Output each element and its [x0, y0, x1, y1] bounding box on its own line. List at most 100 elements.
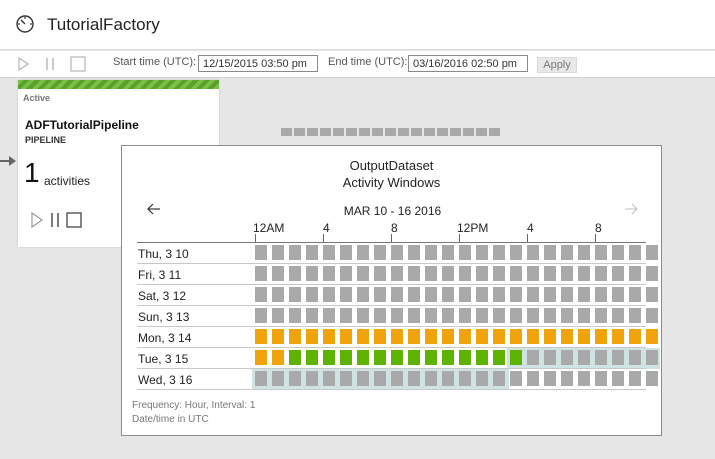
activity-window-cell[interactable]	[629, 329, 641, 344]
activity-window-cell[interactable]	[578, 287, 590, 302]
activity-window-cell[interactable]	[527, 350, 539, 365]
activity-window-cell[interactable]	[442, 287, 454, 302]
activity-window-cell[interactable]	[442, 329, 454, 344]
activity-window-cell[interactable]	[476, 245, 488, 260]
activity-window-cell[interactable]	[391, 308, 403, 323]
activity-window-cell[interactable]	[561, 308, 573, 323]
activity-window-cell[interactable]	[374, 308, 386, 323]
activity-window-cell[interactable]	[646, 287, 658, 302]
activity-window-cell[interactable]	[357, 308, 369, 323]
activity-window-cell[interactable]	[612, 287, 624, 302]
activity-window-cell[interactable]	[408, 245, 420, 260]
activity-window-cell[interactable]	[476, 329, 488, 344]
activity-window-cell[interactable]	[578, 266, 590, 281]
activity-window-cell[interactable]	[510, 245, 522, 260]
activity-window-cell[interactable]	[459, 329, 471, 344]
activity-window-cell[interactable]	[289, 266, 301, 281]
activity-window-cell[interactable]	[289, 329, 301, 344]
activity-window-cell[interactable]	[272, 266, 284, 281]
activity-window-cell[interactable]	[459, 287, 471, 302]
activity-window-cell[interactable]	[493, 329, 505, 344]
activity-window-cell[interactable]	[595, 371, 607, 386]
activity-window-cell[interactable]	[646, 350, 658, 365]
activity-window-cell[interactable]	[544, 350, 556, 365]
activity-window-cell[interactable]	[391, 371, 403, 386]
activity-window-cell[interactable]	[476, 371, 488, 386]
activity-window-cell[interactable]	[459, 245, 471, 260]
activity-window-cell[interactable]	[357, 245, 369, 260]
activity-window-cell[interactable]	[612, 245, 624, 260]
activity-window-cell[interactable]	[374, 329, 386, 344]
activity-window-cell[interactable]	[272, 308, 284, 323]
activity-window-cell[interactable]	[391, 350, 403, 365]
activity-window-cell[interactable]	[612, 266, 624, 281]
activity-window-cell[interactable]	[459, 308, 471, 323]
activity-window-cell[interactable]	[323, 329, 335, 344]
activity-window-cell[interactable]	[476, 350, 488, 365]
activity-window-cell[interactable]	[527, 245, 539, 260]
activity-window-cell[interactable]	[289, 245, 301, 260]
activity-window-cell[interactable]	[493, 266, 505, 281]
activity-window-cell[interactable]	[442, 350, 454, 365]
activity-window-cell[interactable]	[323, 287, 335, 302]
pause-icon[interactable]	[41, 55, 59, 73]
activity-window-cell[interactable]	[612, 350, 624, 365]
stop-icon[interactable]	[65, 211, 83, 229]
activity-window-cell[interactable]	[255, 308, 267, 323]
activity-window-cell[interactable]	[646, 266, 658, 281]
activity-window-cell[interactable]	[476, 308, 488, 323]
activity-window-cell[interactable]	[612, 371, 624, 386]
activity-window-cell[interactable]	[510, 287, 522, 302]
activity-window-cell[interactable]	[272, 350, 284, 365]
activity-window-cell[interactable]	[544, 245, 556, 260]
activity-window-cell[interactable]	[578, 245, 590, 260]
activity-window-cell[interactable]	[510, 329, 522, 344]
activity-window-cell[interactable]	[595, 308, 607, 323]
activity-window-cell[interactable]	[374, 245, 386, 260]
activity-window-cell[interactable]	[442, 245, 454, 260]
activity-window-cell[interactable]	[255, 350, 267, 365]
activity-window-cell[interactable]	[323, 266, 335, 281]
activity-window-cell[interactable]	[272, 245, 284, 260]
activity-window-cell[interactable]	[323, 371, 335, 386]
apply-button[interactable]: Apply	[537, 57, 577, 73]
activity-window-cell[interactable]	[510, 350, 522, 365]
activity-window-cell[interactable]	[255, 371, 267, 386]
activity-window-cell[interactable]	[442, 308, 454, 323]
pause-icon[interactable]	[46, 211, 64, 229]
activity-window-cell[interactable]	[629, 287, 641, 302]
play-icon[interactable]	[28, 211, 46, 229]
activity-window-cell[interactable]	[306, 308, 318, 323]
activity-window-cell[interactable]	[357, 329, 369, 344]
activity-window-cell[interactable]	[255, 287, 267, 302]
activity-window-cell[interactable]	[442, 266, 454, 281]
activity-window-cell[interactable]	[340, 287, 352, 302]
activity-window-cell[interactable]	[629, 350, 641, 365]
activity-window-cell[interactable]	[578, 308, 590, 323]
activity-window-cell[interactable]	[255, 266, 267, 281]
activity-window-cell[interactable]	[595, 245, 607, 260]
activity-window-cell[interactable]	[340, 371, 352, 386]
activity-window-cell[interactable]	[391, 245, 403, 260]
activity-window-cell[interactable]	[374, 287, 386, 302]
activity-window-cell[interactable]	[646, 329, 658, 344]
activity-window-cell[interactable]	[629, 245, 641, 260]
activity-window-cell[interactable]	[544, 371, 556, 386]
activity-window-cell[interactable]	[527, 308, 539, 323]
activity-window-cell[interactable]	[272, 329, 284, 344]
activity-window-cell[interactable]	[459, 371, 471, 386]
activity-window-cell[interactable]	[340, 266, 352, 281]
activity-window-cell[interactable]	[476, 266, 488, 281]
activity-window-cell[interactable]	[527, 329, 539, 344]
activity-window-cell[interactable]	[306, 266, 318, 281]
activity-window-cell[interactable]	[408, 287, 420, 302]
activity-window-cell[interactable]	[493, 308, 505, 323]
next-arrow-icon[interactable]	[623, 202, 639, 216]
activity-window-cell[interactable]	[425, 266, 437, 281]
activity-window-cell[interactable]	[340, 329, 352, 344]
activity-window-cell[interactable]	[357, 371, 369, 386]
activity-window-cell[interactable]	[374, 371, 386, 386]
output-dataset-strip[interactable]	[279, 128, 505, 138]
end-time-input[interactable]: 03/16/2016 02:50 pm	[408, 55, 528, 72]
activity-window-cell[interactable]	[646, 371, 658, 386]
